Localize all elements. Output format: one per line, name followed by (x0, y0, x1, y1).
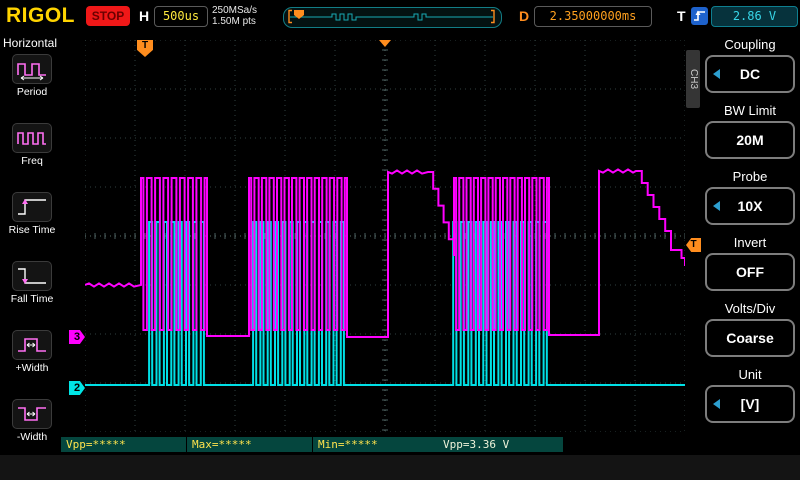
horizontal-label: H (139, 8, 150, 24)
scope-display[interactable] (84, 39, 686, 433)
rising-edge-trigger-icon[interactable] (691, 7, 708, 25)
plus-width-icon (12, 330, 52, 360)
fall-time-icon (12, 261, 52, 291)
trigger-level-tag[interactable]: T (686, 238, 701, 252)
rigol-logo: RIGOL (6, 4, 75, 27)
coupling-value-box[interactable]: DC (705, 55, 795, 93)
option-arrow-icon (713, 201, 720, 211)
channel3-position-tag[interactable]: 3 (69, 330, 85, 344)
sample-rate: 250MSa/s (212, 5, 258, 16)
option-arrow-icon (713, 399, 720, 409)
softkey-volts-div[interactable]: Volts/Div Coarse (700, 300, 800, 366)
channel2-position-tag[interactable]: 2 (69, 381, 85, 395)
preview-waveform-icon (288, 9, 495, 24)
period-icon (12, 54, 52, 84)
waveform-preview[interactable] (283, 7, 502, 28)
trigger-label: T (677, 8, 686, 24)
menu-item-rise-time[interactable]: Rise Time (0, 192, 64, 259)
measurement-vpp-1[interactable]: Vpp=***** (61, 437, 186, 452)
softkey-invert[interactable]: Invert OFF (700, 234, 800, 300)
horizontal-center-marker[interactable] (379, 40, 391, 47)
invert-value-box[interactable]: OFF (705, 253, 795, 291)
unit-value-box[interactable]: [V] (705, 385, 795, 423)
oscilloscope-screen: RIGOL STOP H 500us 250MSa/s 1.50M pts D … (0, 0, 800, 480)
menu-item-period[interactable]: Period (0, 54, 64, 121)
acquisition-info: 250MSa/s 1.50M pts (212, 5, 257, 27)
rise-time-icon (12, 192, 52, 222)
memory-depth: 1.50M pts (212, 16, 256, 27)
softkey-unit[interactable]: Unit [V] (700, 366, 800, 432)
right-menu: Coupling DC BW Limit 20M Probe 10X Inver… (700, 36, 800, 432)
measurement-vpp-2[interactable]: Vpp=3.36 V (438, 437, 563, 452)
minus-width-icon (12, 399, 52, 429)
left-menu-title: Horizontal (3, 36, 58, 50)
timebase-value[interactable]: 500us (154, 6, 208, 27)
menu-item-freq[interactable]: Freq (0, 123, 64, 190)
delay-value[interactable]: 2.35000000ms (534, 6, 652, 27)
option-arrow-icon (713, 69, 720, 79)
freq-icon (12, 123, 52, 153)
waveform-plot (84, 39, 686, 433)
delay-label: D (519, 8, 530, 24)
measurement-min[interactable]: Min=***** (313, 437, 438, 452)
channel-menu-tab: CH3 (686, 50, 700, 108)
run-state-badge[interactable]: STOP (86, 6, 130, 26)
probe-value-box[interactable]: 10X (705, 187, 795, 225)
measurement-max[interactable]: Max=***** (187, 437, 312, 452)
softkey-probe[interactable]: Probe 10X (700, 168, 800, 234)
left-menu: Horizontal Period Freq Rise Time Fall Ti… (0, 33, 64, 480)
volts-div-value-box[interactable]: Coarse (705, 319, 795, 357)
softkey-coupling[interactable]: Coupling DC (700, 36, 800, 102)
menu-item-fall-time[interactable]: Fall Time (0, 261, 64, 328)
menu-item-plus-width[interactable]: +Width (0, 330, 64, 397)
trigger-level-value[interactable]: 2.86 V (711, 6, 798, 27)
channel-status-bar: 1 1.00 V 2 1.00 V 3 1.00 V 4 1.00 V (0, 455, 800, 480)
top-bar: RIGOL STOP H 500us 250MSa/s 1.50M pts D … (0, 0, 800, 33)
softkey-bw-limit[interactable]: BW Limit 20M (700, 102, 800, 168)
bw-limit-value-box[interactable]: 20M (705, 121, 795, 159)
